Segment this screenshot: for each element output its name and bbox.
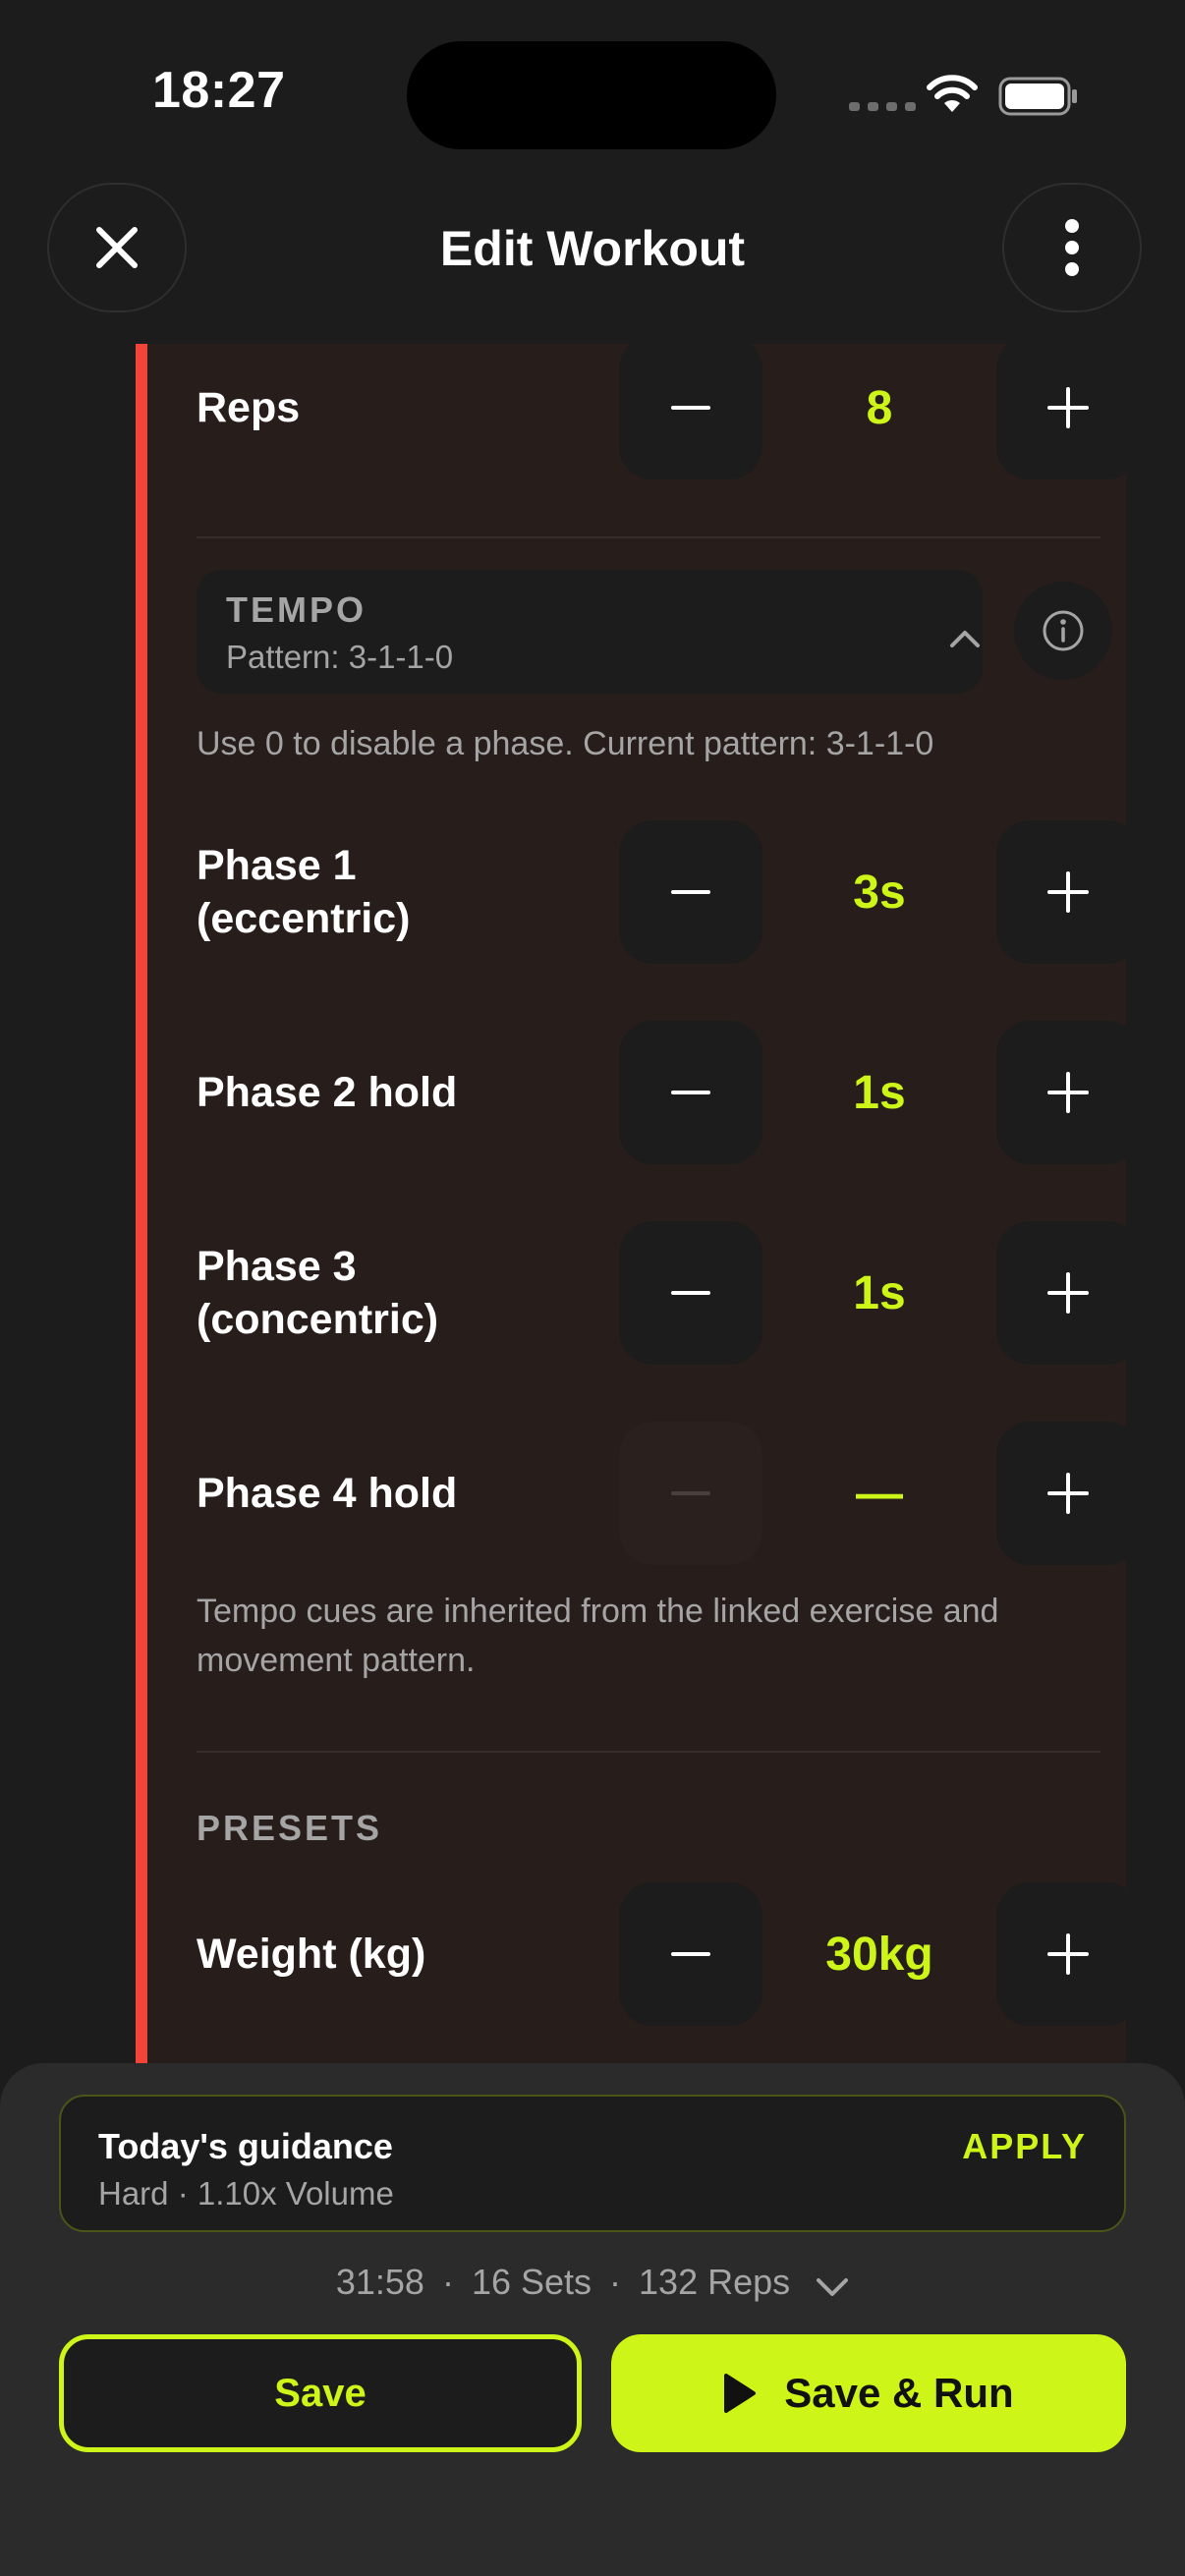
dynamic-island [407,41,776,149]
phase-4-decrement-button[interactable] [619,1422,762,1565]
phase-3-stepper: Phase 3 (concentric) 1s [197,1221,1140,1365]
tempo-note: Tempo cues are inherited from the linked… [197,1593,999,1679]
minus-icon [671,1952,710,1956]
summary-reps: 132 Reps [639,2262,791,2302]
plus-icon [1047,1473,1089,1514]
plus-icon [1047,1072,1089,1113]
minus-icon [671,1291,710,1295]
phase-1-label: Phase 1 (eccentric) [197,842,411,942]
tempo-toggle[interactable]: TEMPO Pattern: 3-1-1-0 [197,570,983,694]
phase-2-decrement-button[interactable] [619,1021,762,1164]
exercise-card: Reps 8 TEMPO Pattern: 3-1-1-0 Use 0 to d… [136,336,1140,2073]
status-time: 18:27 [152,62,286,119]
reps-decrement-button[interactable] [619,336,762,479]
chevron-down-icon [817,2278,849,2296]
divider [197,1751,1100,1753]
plus-icon [1047,1272,1089,1314]
summary-separator: · [609,2262,622,2302]
workout-summary-toggle[interactable]: 31:58 · 16 Sets · 132 Reps [0,2262,1185,2303]
phase-4-increment-button[interactable] [996,1422,1140,1565]
weight-stepper: Weight (kg) 30kg [197,1882,1140,2026]
phase-4-value: — [856,1467,903,1520]
summary-duration: 31:58 [335,2262,424,2302]
reps-label: Reps [197,384,301,431]
tempo-info-button[interactable] [1014,582,1112,680]
presets-title: PRESETS [197,1808,383,1848]
tempo-hint: Use 0 to disable a phase. Current patter… [197,725,934,762]
tempo-title: TEMPO [226,589,367,630]
phase-3-decrement-button[interactable] [619,1221,762,1365]
weight-value: 30kg [825,1928,933,1981]
phase-4-label: Phase 4 hold [197,1470,458,1517]
minus-icon [671,1491,710,1495]
phase-3-value: 1s [853,1266,906,1319]
plus-icon [1047,387,1089,428]
phase-2-value: 1s [853,1066,906,1119]
info-icon [1043,610,1084,651]
divider [197,536,1100,538]
header: Edit Workout [0,177,1185,344]
bottom-sheet: Today's guidance Hard · 1.10x Volume APP… [0,2063,1185,2576]
phase-2-stepper: Phase 2 hold 1s [197,1021,1140,1164]
phase-2-increment-button[interactable] [996,1021,1140,1164]
minus-icon [671,890,710,894]
save-and-run-button[interactable]: Save & Run [611,2334,1126,2452]
phase-1-increment-button[interactable] [996,820,1140,964]
reps-stepper: Reps 8 [197,336,1140,479]
phase-1-value: 3s [853,866,906,919]
guidance-title: Today's guidance [98,2126,393,2166]
weight-increment-button[interactable] [996,1882,1140,2026]
chevron-up-icon [950,631,980,647]
summary-sets: 16 Sets [471,2262,592,2302]
guidance-card: Today's guidance Hard · 1.10x Volume APP… [59,2095,1126,2232]
phase-4-stepper: Phase 4 hold — [197,1422,1140,1565]
save-button[interactable]: Save [59,2334,582,2452]
cellular-signal-icon [849,102,916,111]
tempo-pattern: Pattern: 3-1-1-0 [226,639,454,675]
phase-2-label: Phase 2 hold [197,1069,458,1116]
wifi-icon [927,75,978,112]
phase-1-decrement-button[interactable] [619,820,762,964]
minus-icon [671,1091,710,1094]
reps-value: 8 [866,381,893,434]
apply-guidance-button[interactable]: APPLY [962,2126,1087,2167]
weight-label: Weight (kg) [197,1931,426,1978]
phase-1-stepper: Phase 1 (eccentric) 3s [197,820,1140,964]
reps-increment-button[interactable] [996,336,1140,479]
summary-separator: · [441,2262,454,2302]
more-vertical-icon [1065,219,1079,276]
battery-icon [998,77,1077,116]
status-bar: 18:27 [0,0,1185,177]
save-and-run-label: Save & Run [784,2370,1014,2416]
play-icon [724,2374,757,2413]
plus-icon [1047,1933,1089,1975]
guidance-subtitle: Hard · 1.10x Volume [98,2175,394,2212]
plus-icon [1047,871,1089,913]
weight-decrement-button[interactable] [619,1882,762,2026]
phase-3-increment-button[interactable] [996,1221,1140,1365]
more-options-button[interactable] [1002,183,1142,312]
phase-3-label: Phase 3 (concentric) [197,1243,439,1343]
minus-icon [671,406,710,410]
